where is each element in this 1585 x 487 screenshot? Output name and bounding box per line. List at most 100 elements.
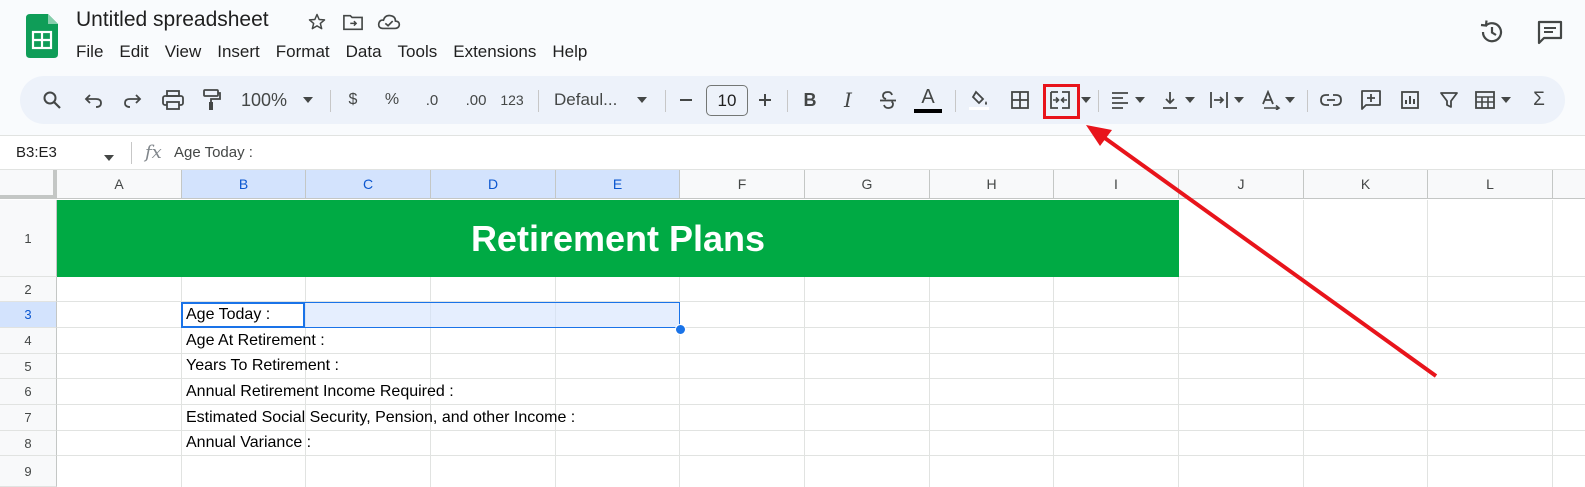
- menu-data[interactable]: Data: [338, 40, 390, 64]
- comments-icon[interactable]: [1535, 17, 1565, 52]
- increase-decimal-button[interactable]: .00: [456, 76, 496, 124]
- cell-b8[interactable]: Annual Variance :: [186, 434, 311, 452]
- toolbar-divider: [1098, 90, 1099, 112]
- valign-dropdown-icon[interactable]: [1184, 76, 1196, 124]
- decrease-decimal-label: .0: [425, 91, 439, 109]
- formula-input[interactable]: Age Today :: [174, 144, 253, 161]
- top-bar: Untitled spreadsheet File Edit View Inse…: [0, 0, 1585, 74]
- print-icon[interactable]: [160, 76, 186, 124]
- column-header-a[interactable]: A: [57, 170, 182, 199]
- add-comment-icon[interactable]: [1358, 76, 1384, 124]
- valign-icon[interactable]: [1158, 76, 1182, 124]
- decrease-decimal-button[interactable]: .0: [417, 76, 447, 124]
- rotate-dropdown-icon[interactable]: [1284, 76, 1296, 124]
- align-left-icon[interactable]: [1108, 76, 1132, 124]
- number-format-button[interactable]: 123: [498, 76, 526, 124]
- document-title[interactable]: Untitled spreadsheet: [76, 8, 269, 32]
- chart-icon[interactable]: [1398, 76, 1422, 124]
- undo-icon[interactable]: [82, 76, 106, 124]
- wrap-dropdown-icon[interactable]: [1233, 76, 1245, 124]
- table-dropdown-icon[interactable]: [1500, 76, 1512, 124]
- merged-title-cell[interactable]: Retirement Plans: [57, 200, 1179, 277]
- currency-format-button[interactable]: $: [342, 76, 364, 124]
- cell-b4[interactable]: Age At Retirement :: [186, 332, 325, 350]
- font-dropdown-icon[interactable]: [634, 76, 650, 124]
- search-icon[interactable]: [40, 76, 64, 124]
- column-header-d[interactable]: D: [431, 170, 556, 199]
- history-icon[interactable]: [1477, 17, 1507, 52]
- italic-button[interactable]: I: [838, 76, 858, 124]
- cell-b3[interactable]: Age Today :: [186, 306, 270, 324]
- toolbar-divider: [538, 90, 539, 112]
- menu-help[interactable]: Help: [544, 40, 595, 64]
- cell-b5[interactable]: Years To Retirement :: [186, 357, 339, 375]
- text-rotate-icon[interactable]: [1258, 76, 1284, 124]
- zoom-dropdown-icon[interactable]: [300, 76, 316, 124]
- percent-format-button[interactable]: %: [381, 76, 403, 124]
- column-header-k[interactable]: K: [1304, 170, 1428, 199]
- increase-font-size-icon[interactable]: [754, 76, 776, 124]
- fill-color-icon[interactable]: [964, 76, 994, 124]
- column-header-i[interactable]: I: [1054, 170, 1179, 199]
- font-family-select[interactable]: Defaul...: [554, 76, 630, 124]
- font-size-input[interactable]: 10: [706, 85, 748, 116]
- table-icon[interactable]: [1472, 76, 1498, 124]
- filter-icon[interactable]: [1437, 76, 1461, 124]
- column-header-g[interactable]: G: [805, 170, 930, 199]
- menu-edit[interactable]: Edit: [111, 40, 156, 64]
- text-wrap-icon[interactable]: [1207, 76, 1231, 124]
- star-icon[interactable]: [305, 10, 329, 34]
- column-header-partial[interactable]: [1553, 170, 1585, 199]
- column-header-f[interactable]: F: [680, 170, 805, 199]
- spreadsheet-grid[interactable]: A B C D E F G H I J K L 1 2 3 4 5 6 7 8 …: [0, 170, 1585, 487]
- paint-format-icon[interactable]: [200, 76, 224, 124]
- toolbar-divider: [665, 90, 666, 112]
- row-header-1[interactable]: 1: [0, 200, 57, 277]
- row-header-6[interactable]: 6: [0, 379, 57, 405]
- menu-format[interactable]: Format: [268, 40, 338, 64]
- fill-handle[interactable]: [675, 324, 686, 335]
- decrease-font-size-icon[interactable]: [676, 76, 696, 124]
- column-header-b[interactable]: B: [182, 170, 306, 199]
- column-header-l[interactable]: L: [1428, 170, 1553, 199]
- zoom-select[interactable]: 100%: [236, 76, 292, 124]
- text-color-button[interactable]: A: [912, 76, 944, 124]
- gridline: [57, 430, 1585, 431]
- menu-view[interactable]: View: [157, 40, 210, 64]
- row-header-8[interactable]: 8: [0, 431, 57, 456]
- sum-function-button[interactable]: Σ: [1528, 76, 1550, 124]
- bold-button[interactable]: B: [800, 76, 820, 124]
- name-box-dropdown-icon[interactable]: [104, 148, 114, 166]
- borders-icon[interactable]: [1008, 76, 1032, 124]
- menu-extensions[interactable]: Extensions: [445, 40, 544, 64]
- column-header-h[interactable]: H: [930, 170, 1054, 199]
- move-folder-icon[interactable]: [341, 10, 365, 34]
- cloud-saved-icon[interactable]: [377, 10, 401, 34]
- column-header-c[interactable]: C: [306, 170, 431, 199]
- row-header-9[interactable]: 9: [0, 456, 57, 487]
- link-icon[interactable]: [1318, 76, 1344, 124]
- column-header-j[interactable]: J: [1179, 170, 1304, 199]
- strikethrough-icon[interactable]: [876, 76, 900, 124]
- merge-cells-highlight-box: [1043, 84, 1080, 119]
- row-header-5[interactable]: 5: [0, 354, 57, 379]
- text-color-swatch: [914, 108, 942, 113]
- align-dropdown-icon[interactable]: [1134, 76, 1146, 124]
- redo-icon[interactable]: [120, 76, 144, 124]
- row-header-4[interactable]: 4: [0, 328, 57, 354]
- gridline: [1427, 200, 1428, 487]
- cell-b6[interactable]: Annual Retirement Income Required :: [186, 383, 454, 401]
- menu-file[interactable]: File: [68, 40, 111, 64]
- select-all-corner[interactable]: [0, 170, 57, 199]
- menu-insert[interactable]: Insert: [209, 40, 268, 64]
- row-header-3[interactable]: 3: [0, 302, 57, 328]
- toolbar: 100% $ % .0 .00 123 Defaul... 10 B I A Σ: [20, 76, 1565, 124]
- row-header-7[interactable]: 7: [0, 405, 57, 431]
- merge-dropdown-icon[interactable]: [1080, 76, 1092, 124]
- row-header-2[interactable]: 2: [0, 277, 57, 302]
- cell-b7[interactable]: Estimated Social Security, Pension, and …: [186, 409, 575, 427]
- column-header-e[interactable]: E: [556, 170, 680, 199]
- name-box[interactable]: B3:E3: [16, 144, 57, 161]
- menu-tools[interactable]: Tools: [390, 40, 446, 64]
- sheets-logo-icon[interactable]: [26, 14, 58, 58]
